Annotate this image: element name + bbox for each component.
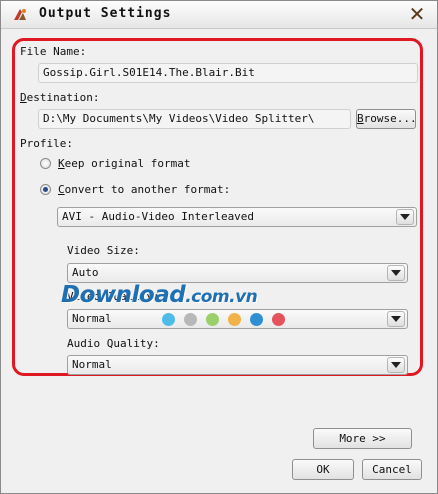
video-quality-value: Normal [72, 312, 112, 325]
destination-label: Destination: [20, 91, 100, 104]
output-settings-dialog: Output Settings ✕ File Name: Gossip.Girl… [0, 0, 438, 494]
watermark-dot [228, 313, 241, 326]
app-logo-icon [11, 6, 29, 24]
browse-button[interactable]: Browse... [356, 109, 417, 129]
audio-quality-label: Audio Quality: [67, 337, 160, 350]
ok-button[interactable]: OK [292, 459, 354, 480]
convert-format-label: Convert to another format: [58, 183, 231, 196]
window-title: Output Settings [39, 6, 172, 21]
video-quality-label: Video Quality: [67, 290, 160, 303]
keep-format-label: Keep original format [58, 157, 191, 170]
cancel-button[interactable]: Cancel [362, 459, 422, 480]
video-size-label: Video Size: [67, 244, 140, 257]
close-icon[interactable]: ✕ [407, 4, 427, 24]
more-button[interactable]: More >> [313, 428, 412, 449]
watermark-dot [184, 313, 197, 326]
format-select[interactable]: AVI - Audio-Video Interleaved [57, 207, 417, 227]
audio-quality-select[interactable]: Normal [67, 355, 408, 375]
format-select-value: AVI - Audio-Video Interleaved [62, 210, 255, 223]
file-name-label: File Name: [20, 45, 87, 58]
video-size-select[interactable]: Auto [67, 263, 408, 283]
watermark-dot [162, 313, 175, 326]
chevron-down-icon[interactable] [387, 311, 405, 327]
title-bar: Output Settings ✕ [1, 1, 437, 29]
destination-field[interactable]: D:\My Documents\My Videos\Video Splitter… [38, 109, 351, 129]
watermark-dot [206, 313, 219, 326]
audio-quality-value: Normal [72, 358, 112, 371]
video-size-value: Auto [72, 266, 99, 279]
profile-label: Profile: [20, 137, 73, 150]
chevron-down-icon[interactable] [387, 265, 405, 281]
keep-format-radio[interactable] [40, 158, 51, 169]
watermark-dot [272, 313, 285, 326]
chevron-down-icon[interactable] [396, 209, 414, 225]
watermark-dot [250, 313, 263, 326]
chevron-down-icon[interactable] [387, 357, 405, 373]
convert-format-radio[interactable] [40, 184, 51, 195]
file-name-field[interactable]: Gossip.Girl.S01E14.The.Blair.Bit [38, 63, 418, 83]
